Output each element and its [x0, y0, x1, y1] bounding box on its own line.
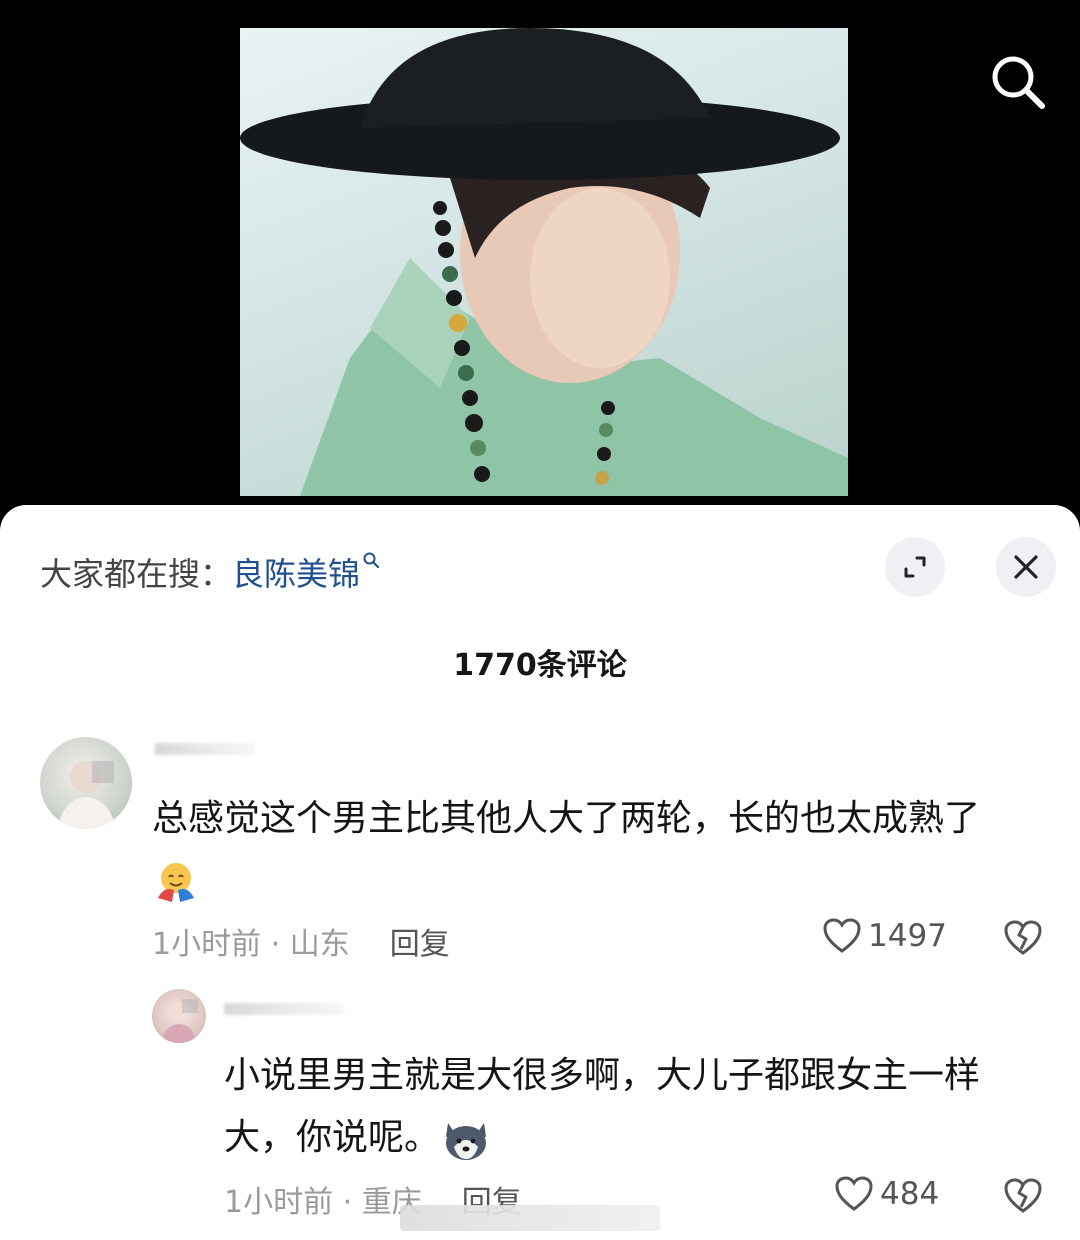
comment-text: 小说里男主就是大很多啊，大儿子都跟女主一样大，你说呢。 — [224, 1045, 1024, 1169]
avatar-image — [58, 761, 116, 829]
avatar-image — [162, 999, 198, 1043]
expand-button[interactable] — [885, 537, 945, 597]
search-icon — [992, 56, 1045, 109]
broken-heart-icon — [1004, 1178, 1042, 1213]
comment-time-location: 1小时前 · 山东 — [152, 927, 350, 962]
dislike-button[interactable] — [1002, 919, 1044, 961]
video-area[interactable] — [0, 0, 1080, 510]
comment-time-location: 1小时前 · 重庆 — [224, 1185, 422, 1220]
avatar[interactable] — [40, 737, 132, 829]
heart-icon — [835, 1176, 873, 1211]
comment-text: 总感觉这个男主比其他人大了两轮，长的也太成熟了 — [152, 788, 1032, 912]
portrait-image — [240, 28, 848, 496]
username-blurred[interactable] — [155, 743, 255, 755]
username-blurred[interactable] — [224, 1003, 344, 1015]
small-search-icon — [363, 552, 380, 569]
husky-emoji-icon — [446, 1123, 487, 1160]
like-button[interactable]: 484 — [834, 1175, 939, 1213]
comment-body: 小说里男主就是大很多啊，大儿子都跟女主一样大，你说呢。 — [224, 1055, 981, 1158]
expand-icon — [904, 556, 926, 578]
hot-search-prefix: 大家都在搜： — [40, 555, 233, 593]
video-frame[interactable] — [240, 28, 848, 496]
hot-search-bar[interactable]: 大家都在搜：良陈美锦 — [40, 549, 380, 595]
hug-emoji-icon — [158, 863, 194, 902]
like-count: 484 — [880, 1176, 940, 1212]
comment-body: 总感觉这个男主比其他人大了两轮，长的也太成熟了 — [152, 798, 981, 839]
close-button[interactable] — [996, 537, 1056, 597]
search-button[interactable] — [986, 50, 1048, 112]
hot-search-keyword[interactable]: 良陈美锦 — [232, 555, 360, 593]
heart-icon — [823, 918, 861, 953]
like-button[interactable]: 1497 — [822, 917, 947, 955]
avatar[interactable] — [152, 989, 206, 1043]
like-count: 1497 — [868, 918, 947, 954]
reply-button[interactable]: 回复 — [390, 927, 450, 962]
watermark-overlay — [400, 1205, 660, 1231]
dislike-button[interactable] — [1002, 1177, 1044, 1219]
broken-heart-icon — [1004, 920, 1042, 955]
comment-count: 1770条评论 — [453, 648, 627, 683]
comment-sheet: 大家都在搜：良陈美锦 1770条评论 总感觉这个男主比其他人大了两轮，长的也太成… — [0, 505, 1080, 1240]
close-icon — [1014, 555, 1038, 579]
comment-meta: 1小时前 · 山东 回复 — [152, 919, 450, 963]
